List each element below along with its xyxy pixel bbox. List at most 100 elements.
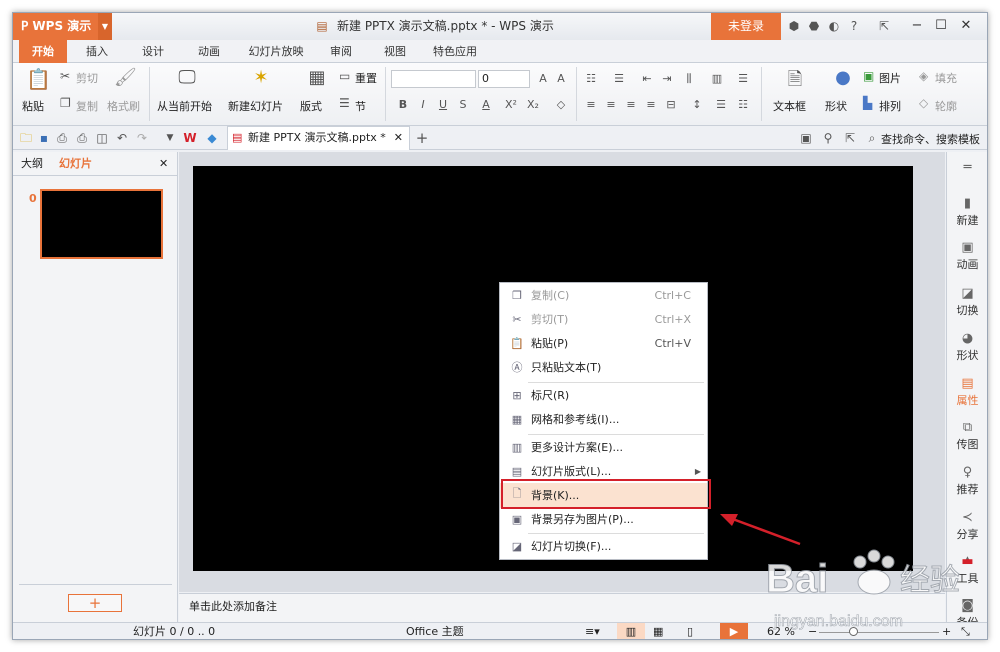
save-icon[interactable]: ▪ xyxy=(35,129,53,147)
slide-thumbnail[interactable] xyxy=(40,189,163,259)
new-slide-button[interactable]: 新建幻灯片 xyxy=(228,98,283,114)
align-left-icon[interactable]: ≡ xyxy=(583,97,599,113)
menu-item-paste[interactable]: 📋 粘贴(P) Ctrl+V xyxy=(500,333,707,355)
menu-item-ruler[interactable]: ⊞ 标尺(R) xyxy=(500,385,707,407)
arrange-button[interactable]: 排列 xyxy=(879,98,901,114)
customize-dropdown-icon[interactable]: ▼ xyxy=(161,129,179,147)
textbox-button[interactable]: 文本框 xyxy=(773,98,806,114)
para-spacing-icon[interactable]: ☰ xyxy=(713,97,729,113)
menu-item-paste-text[interactable]: Ⓐ 只粘贴文本(T) xyxy=(500,357,707,379)
new-tab-icon[interactable]: + xyxy=(413,129,431,147)
underline-icon[interactable]: U xyxy=(435,97,451,113)
align-center-icon[interactable]: ≡ xyxy=(603,97,619,113)
print-icon[interactable]: ⎙ xyxy=(73,129,91,147)
tab-special[interactable]: 特色应用 xyxy=(425,40,485,63)
normal-view-icon[interactable]: ▥ xyxy=(617,623,645,639)
font-color-icon[interactable]: A xyxy=(478,97,494,113)
line-spacing-icon[interactable]: ↕ xyxy=(689,97,705,113)
sidebar-item-shape[interactable]: ◕ 形状 xyxy=(947,331,987,363)
tab-animation[interactable]: 动画 xyxy=(185,40,233,63)
wps-menu-button[interactable]: 𝖯 WPS 演示 ▼ xyxy=(13,13,112,40)
sidebar-item-properties[interactable]: ▤ 属性 xyxy=(947,376,987,408)
share-menu-icon[interactable]: ◐ xyxy=(825,17,843,35)
align-right-icon[interactable]: ≡ xyxy=(623,97,639,113)
shrink-font-icon[interactable]: A xyxy=(553,71,569,87)
menu-item-copy[interactable]: ❐ 复制(C) Ctrl+C xyxy=(500,285,707,307)
sidebar-item-upload-image[interactable]: ⧉ 传图 xyxy=(947,420,987,452)
text-direction-icon[interactable]: ⫼ xyxy=(681,71,697,87)
menu-item-save-background[interactable]: ▣ 背景另存为图片(P)... xyxy=(500,509,707,531)
outline-button[interactable]: 轮廓 xyxy=(935,98,957,114)
print-preview-icon[interactable]: ◫ xyxy=(93,129,111,147)
tab-view[interactable]: 视图 xyxy=(371,40,419,63)
increase-indent-icon[interactable]: ⇥ xyxy=(659,71,675,87)
tab-review[interactable]: 审阅 xyxy=(317,40,365,63)
from-current-button[interactable]: 从当前开始 xyxy=(157,98,212,114)
play-slideshow-button[interactable]: ▶ xyxy=(720,623,748,639)
tab-home[interactable]: 开始 xyxy=(19,40,67,63)
grow-font-icon[interactable]: A xyxy=(535,71,551,87)
close-tab-icon[interactable]: ✕ xyxy=(394,127,403,149)
tab-design[interactable]: 设计 xyxy=(129,40,177,63)
shape-button[interactable]: 形状 xyxy=(825,98,847,114)
menu-item-more-designs[interactable]: ▥ 更多设计方案(E)... xyxy=(500,437,707,459)
comment-icon[interactable]: ▣ xyxy=(797,129,815,147)
sorter-view-icon[interactable]: ▦ xyxy=(653,623,663,639)
redo-icon[interactable]: ↷ xyxy=(133,129,151,147)
help-icon[interactable]: ? xyxy=(845,17,863,35)
reset-button[interactable]: 重置 xyxy=(355,70,377,86)
document-tab[interactable]: ▤ 新建 PPTX 演示文稿.pptx * ✕ xyxy=(227,126,410,150)
tab-outline[interactable]: 大纲 xyxy=(21,152,43,176)
distribute-icon[interactable]: ⊟ xyxy=(663,97,679,113)
sidebar-item-recommend[interactable]: ♀ 推荐 xyxy=(947,465,987,497)
decrease-indent-icon[interactable]: ⇤ xyxy=(639,71,655,87)
skin-icon[interactable]: ⬢ xyxy=(785,17,803,35)
smartart-icon[interactable]: ☷ xyxy=(735,97,751,113)
paste-button[interactable]: 粘贴 xyxy=(22,98,44,114)
share-icon[interactable]: ⇱ xyxy=(841,129,859,147)
number-list-icon[interactable]: ☰ xyxy=(611,71,627,87)
paste-icon[interactable]: 📋 xyxy=(26,67,51,91)
export-pdf-icon[interactable]: ⎙ xyxy=(53,129,71,147)
wps-home-icon[interactable]: W xyxy=(181,129,199,147)
font-name-combo[interactable] xyxy=(391,70,476,88)
minimize-button[interactable]: − xyxy=(906,16,928,36)
pin-icon[interactable]: ⚲ xyxy=(819,129,837,147)
sidebar-item-share[interactable]: ≺ 分享 xyxy=(947,510,987,542)
menu-item-transition[interactable]: ◪ 幻灯片切换(F)... xyxy=(500,536,707,558)
align-text-icon[interactable]: ☰ xyxy=(735,71,751,87)
copy-button[interactable]: 复制 xyxy=(76,98,98,114)
reading-view-icon[interactable]: ▯ xyxy=(687,623,693,639)
sidebar-item-new[interactable]: ▮ 新建 xyxy=(947,196,987,228)
cut-button[interactable]: 剪切 xyxy=(76,70,98,86)
picture-button[interactable]: 图片 xyxy=(879,70,901,86)
shadow-icon[interactable]: S xyxy=(455,97,471,113)
close-button[interactable]: ✕ xyxy=(955,16,977,36)
notes-toggle-icon[interactable]: ≡▾ xyxy=(585,623,600,639)
bullet-list-icon[interactable]: ☷ xyxy=(583,71,599,87)
maximize-button[interactable]: ☐ xyxy=(930,16,952,36)
font-size-combo[interactable]: 0 xyxy=(478,70,530,88)
superscript-icon[interactable]: X² xyxy=(503,97,519,113)
open-folder-icon[interactable]: 🗀 xyxy=(17,129,35,147)
undo-icon[interactable]: ↶ xyxy=(113,129,131,147)
italic-icon[interactable]: I xyxy=(415,97,431,113)
menu-item-cut[interactable]: ✂ 剪切(T) Ctrl+X xyxy=(500,309,707,331)
search-command-box[interactable]: 查找命令、搜索模板 xyxy=(881,131,980,147)
settings-icon[interactable]: ⬣ xyxy=(805,17,823,35)
sidebar-item-animation[interactable]: ▣ 动画 xyxy=(947,240,987,272)
menu-item-grid[interactable]: ▦ 网格和参考线(I)... xyxy=(500,409,707,431)
columns-icon[interactable]: ▥ xyxy=(709,71,725,87)
sidebar-item-transition[interactable]: ◪ 切换 xyxy=(947,286,987,318)
cloud-cube-icon[interactable]: ◆ xyxy=(203,129,221,147)
tab-insert[interactable]: 插入 xyxy=(73,40,121,63)
login-button[interactable]: 未登录 xyxy=(711,13,781,40)
justify-icon[interactable]: ≡ xyxy=(643,97,659,113)
add-slide-button[interactable]: + xyxy=(68,594,122,612)
fullscreen-icon[interactable]: ⇱ xyxy=(875,17,893,35)
section-button[interactable]: 节 xyxy=(355,98,366,114)
fill-button[interactable]: 填充 xyxy=(935,70,957,86)
format-painter-button[interactable]: 格式刷 xyxy=(107,98,140,114)
tab-slides[interactable]: 幻灯片 xyxy=(59,152,92,176)
tab-slideshow[interactable]: 幻灯片放映 xyxy=(241,40,311,63)
